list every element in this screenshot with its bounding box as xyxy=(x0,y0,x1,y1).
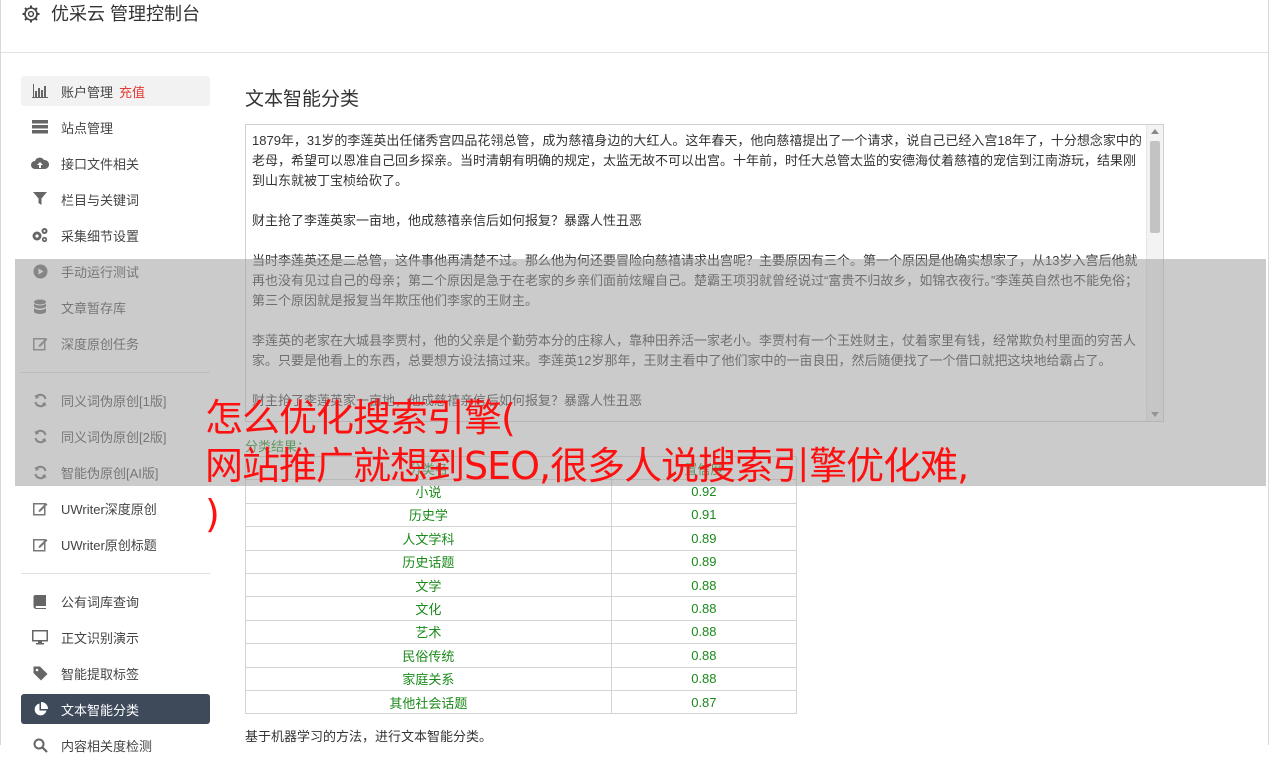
sidebar-divider xyxy=(21,573,210,574)
textarea-content[interactable]: 1879年，31岁的李莲英出任储秀宫四品花翎总管，成为慈禧身边的大红人。这年春天… xyxy=(252,131,1142,421)
monitor-icon xyxy=(31,629,49,645)
input-textarea[interactable]: 1879年，31岁的李莲英出任储秀宫四品花翎总管，成为慈禧身边的大红人。这年春天… xyxy=(245,124,1164,422)
refresh-icon xyxy=(31,392,49,408)
text-paragraph: 李莲英的老家在大城县李贾村，他的父亲是个勤劳本分的庄稼人，靠种田养活一家老小。李… xyxy=(252,333,1137,368)
edit-icon xyxy=(31,536,49,552)
sidebar-item-article-storage[interactable]: 文章暂存库 xyxy=(21,292,210,322)
sidebar-item-label: 正文识别演示 xyxy=(61,630,140,646)
filter-icon xyxy=(31,191,49,207)
server-icon xyxy=(31,119,49,135)
table-row: 历史话题 0.89 xyxy=(245,549,798,574)
confidence-cell: 0.88 xyxy=(610,596,798,621)
sidebar-item-ai-rewrite[interactable]: 智能伪原创[AI版] xyxy=(21,457,210,487)
gear-icon xyxy=(22,5,40,23)
sidebar-item-label: 智能伪原创[AI版] xyxy=(61,465,159,481)
sidebar-item-categories-keywords[interactable]: 栏目与关键词 xyxy=(21,184,210,214)
scroll-up-arrow-icon[interactable] xyxy=(1151,129,1159,134)
sidebar-item-label: 同义词伪原创[1版] xyxy=(61,393,167,409)
app-title: 优采云 管理控制台 xyxy=(51,4,201,24)
overlay-line: ) xyxy=(205,492,220,536)
window-border-left xyxy=(0,0,1,745)
sidebar-item-text-recognition[interactable]: 正文识别演示 xyxy=(21,622,210,652)
scrollbar-thumb[interactable] xyxy=(1150,141,1160,233)
sidebar-item-tag-extraction[interactable]: 智能提取标签 xyxy=(21,658,210,688)
table-row: 家庭关系 0.88 xyxy=(245,666,798,691)
overlay-headline: 怎么优化搜索引擎( 网站推广就想到SEO,很多人说搜索引擎优化难, ) xyxy=(205,394,1105,538)
sidebar-item-label: 公有词库查询 xyxy=(61,594,140,610)
confidence-cell: 0.88 xyxy=(610,619,798,645)
table-row: 艺术 0.88 xyxy=(245,619,798,645)
cloud-upload-icon xyxy=(31,155,49,171)
table-row: 民俗传统 0.88 xyxy=(245,643,798,668)
bar-chart-icon xyxy=(31,83,49,99)
confidence-cell: 0.89 xyxy=(610,549,798,574)
gears-icon xyxy=(31,227,49,243)
confidence-cell: 0.87 xyxy=(610,689,798,715)
confidence-cell: 0.88 xyxy=(610,666,798,691)
category-cell: 艺术 xyxy=(245,619,612,645)
category-cell: 文化 xyxy=(245,596,612,621)
window-border-right xyxy=(1268,0,1269,745)
table-row: 文学 0.88 xyxy=(245,572,798,598)
top-header: 优采云 管理控制台 xyxy=(1,0,1268,53)
confidence-cell: 0.88 xyxy=(610,643,798,668)
sidebar-item-label: 同义词伪原创[2版] xyxy=(61,429,167,445)
category-cell: 民俗传统 xyxy=(245,643,612,668)
text-paragraph: 当时李莲英还是二总管，这件事他再清楚不过。那么他为何还要冒险向慈禧请求出宫呢？主… xyxy=(252,253,1139,308)
sidebar-item-sites[interactable]: 站点管理 xyxy=(21,112,210,142)
method-footnote: 基于机器学习的方法，进行文本智能分类。 xyxy=(245,729,493,744)
edit-icon xyxy=(31,500,49,516)
pie-chart-icon xyxy=(31,701,49,717)
page-title: 文本智能分类 xyxy=(245,89,360,110)
tag-icon xyxy=(31,665,49,681)
sidebar-item-label: 手动运行测试 xyxy=(61,264,140,280)
sidebar-item-label: 栏目与关键词 xyxy=(61,192,140,208)
sidebar-item-label: 文本智能分类 xyxy=(61,702,140,718)
play-circle-icon xyxy=(31,263,49,279)
sidebar-item-label: 智能提取标签 xyxy=(61,666,140,682)
refresh-icon xyxy=(31,464,49,480)
sidebar-item-collect-settings[interactable]: 采集细节设置 xyxy=(21,220,210,250)
sidebar-item-label: UWriter原创标题 xyxy=(61,537,157,553)
sidebar-item-uwriter-title[interactable]: UWriter原创标题 xyxy=(21,529,210,559)
sidebar-item-synonym-v2[interactable]: 同义词伪原创[2版] xyxy=(21,421,210,451)
sidebar-item-label: 账户管理 xyxy=(61,84,114,100)
recharge-link[interactable]: 充值 xyxy=(119,82,145,101)
sidebar-divider xyxy=(21,372,210,373)
overlay-line: 网站推广就想到SEO,很多人说搜索引擎优化难, xyxy=(205,444,969,488)
sidebar-item-uwriter-deep[interactable]: UWriter深度原创 xyxy=(21,493,210,523)
sidebar-item-label: UWriter深度原创 xyxy=(61,501,157,517)
category-cell: 文学 xyxy=(245,572,612,598)
database-icon xyxy=(31,299,49,315)
sidebar-item-label: 接口文件相关 xyxy=(61,156,140,172)
scroll-down-arrow-icon[interactable] xyxy=(1151,412,1159,417)
sidebar-item-deep-original[interactable]: 深度原创任务 xyxy=(21,328,210,358)
overlay-line: 怎么优化搜索引擎( xyxy=(205,396,516,440)
sidebar-item-relevance-check[interactable]: 内容相关度检测 xyxy=(21,730,210,760)
confidence-cell: 0.88 xyxy=(610,572,798,598)
category-cell: 其他社会话题 xyxy=(245,689,612,715)
refresh-icon xyxy=(31,428,49,444)
textarea-scrollbar[interactable] xyxy=(1146,125,1163,421)
sidebar-item-label: 站点管理 xyxy=(61,120,114,136)
category-cell: 家庭关系 xyxy=(245,666,612,691)
category-cell: 历史话题 xyxy=(245,549,612,574)
sidebar-item-label: 采集细节设置 xyxy=(61,228,140,244)
sidebar-item-label: 深度原创任务 xyxy=(61,336,140,352)
sidebar-item-label: 文章暂存库 xyxy=(61,300,127,316)
sidebar-item-text-classification[interactable]: 文本智能分类 xyxy=(21,694,210,724)
book-icon xyxy=(31,593,49,609)
text-paragraph: 1879年，31岁的李莲英出任储秀宫四品花翎总管，成为慈禧身边的大红人。这年春天… xyxy=(252,133,1142,188)
text-paragraph: 财主抢了李莲英家一亩地，他成慈禧亲信后如何报复？暴露人性丑恶 xyxy=(252,213,643,228)
sidebar-item-label: 内容相关度检测 xyxy=(61,738,153,754)
search-icon xyxy=(31,737,49,753)
sidebar-item-public-lexicon[interactable]: 公有词库查询 xyxy=(21,586,210,616)
sidebar-item-account[interactable]: 账户管理 充值 xyxy=(21,76,210,106)
table-row: 文化 0.88 xyxy=(245,596,798,621)
edit-icon xyxy=(31,335,49,351)
table-row: 其他社会话题 0.87 xyxy=(245,689,798,715)
sidebar-item-manual-run[interactable]: 手动运行测试 xyxy=(21,256,210,286)
sidebar-item-api-files[interactable]: 接口文件相关 xyxy=(21,148,210,178)
sidebar-item-synonym-v1[interactable]: 同义词伪原创[1版] xyxy=(21,385,210,415)
